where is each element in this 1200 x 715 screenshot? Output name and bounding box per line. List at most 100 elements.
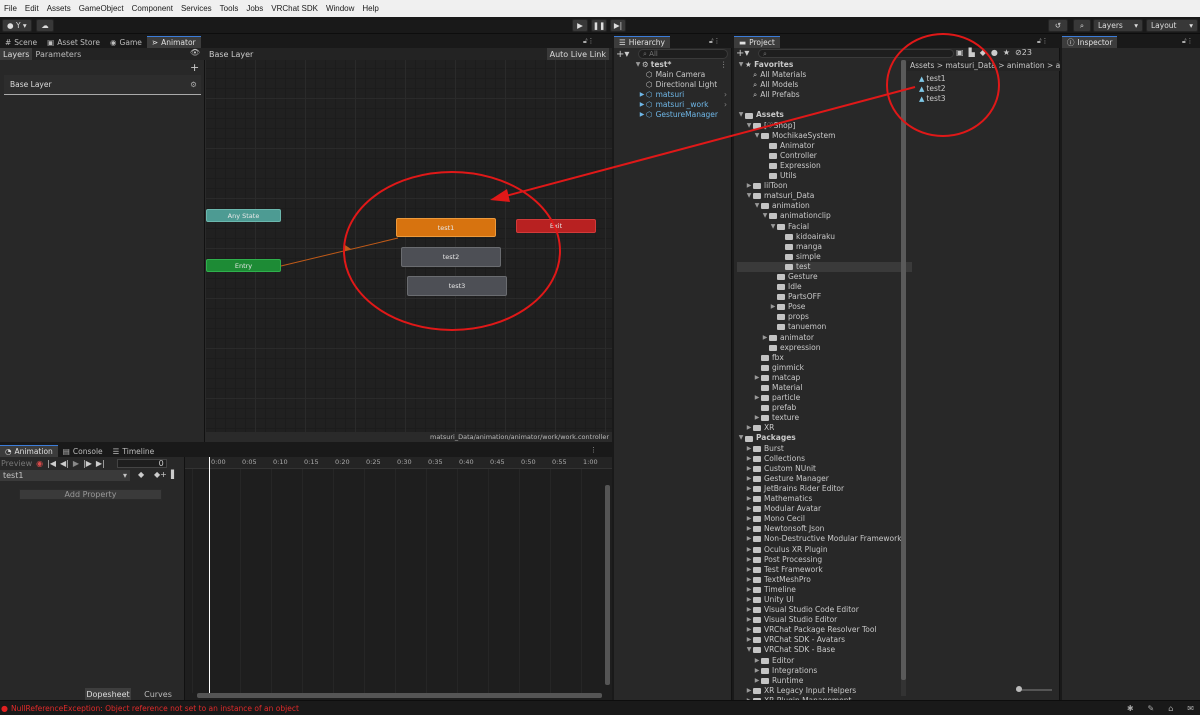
dopesheet[interactable]: 0:00 0:05 0:10 0:15 0:20 0:25 0:30 0:35 0:40 0:45… (185, 457, 612, 700)
chevron-down-icon[interactable]: ▼ (745, 121, 753, 131)
gear-icon[interactable]: ⚙ (190, 80, 197, 89)
chevron-right-icon[interactable]: ▶ (761, 333, 769, 343)
asset-folder-item[interactable]: ▼ [♡Shop] (737, 121, 902, 131)
package-item[interactable]: ▶ Timeline (737, 585, 902, 595)
asset-folder-item[interactable]: ▶ lilToon (737, 181, 902, 191)
tab-console[interactable]: ▤ Console (58, 445, 108, 457)
add-event-icon[interactable]: ◆+ (154, 470, 167, 479)
chevron-right-icon[interactable]: ▶ (745, 454, 753, 464)
layers-tab[interactable]: Layers (0, 48, 33, 60)
tab-game[interactable]: ◉ Game (105, 36, 147, 48)
project-lock-icon[interactable]: 🔓︎⋮ (1037, 37, 1049, 46)
tab-asset-store[interactable]: ▣ Asset Store (42, 36, 105, 48)
menu-item-component[interactable]: Component (128, 4, 177, 13)
chevron-right-icon[interactable]: ▶ (745, 494, 753, 504)
chevron-right-icon[interactable]: ▶ (745, 635, 753, 645)
project-tree-scrollbar[interactable] (901, 60, 906, 696)
debug-icon[interactable]: ✎ (1148, 704, 1155, 713)
package-subfolder-item[interactable]: ▶ Integrations (737, 666, 902, 676)
event-marker-icon[interactable]: ▌ (171, 470, 177, 479)
add-keyframe-icon[interactable]: ◆ (138, 470, 144, 479)
asset-folder-item[interactable]: expression (737, 343, 902, 353)
next-key-icon[interactable]: |▶ (83, 459, 92, 468)
tab-scene[interactable]: # Scene (0, 36, 42, 48)
expand-arrow-icon[interactable]: ▶ (638, 100, 646, 110)
package-item[interactable]: ▶ Collections (737, 454, 902, 464)
add-property-button[interactable]: Add Property (19, 489, 162, 500)
vertical-scrollbar[interactable] (605, 485, 610, 685)
any-state-node[interactable]: Any State (206, 209, 281, 222)
hierarchy-item[interactable]: ⬡ Main Camera (634, 70, 718, 80)
tag-icon[interactable]: ◆ (980, 48, 986, 57)
notification-icon[interactable]: ✉ (1187, 704, 1194, 713)
layers-dropdown[interactable]: Layers ▾ (1093, 19, 1143, 32)
package-item[interactable]: ▶ Post Processing (737, 555, 902, 565)
package-subfolder-item[interactable]: ▶ Runtime (737, 676, 902, 686)
status-message[interactable]: NullReferenceException: Object reference… (8, 704, 299, 713)
chevron-down-icon[interactable]: ▼ (745, 191, 753, 201)
layout-dropdown[interactable]: Layout ▾ (1146, 19, 1198, 32)
package-item[interactable]: ▶ TextMeshPro (737, 575, 902, 585)
asset-folder-item[interactable]: ▼ MochikaeSystem (737, 131, 902, 141)
eye-icon[interactable]: 👁︎ (190, 48, 200, 57)
step-button[interactable]: ▶| (610, 19, 626, 32)
chevron-right-icon[interactable]: ▶ (745, 585, 753, 595)
visibility-count[interactable]: ⊘23 (1015, 48, 1032, 57)
package-item[interactable]: ▶ Non-Destructive Modular Framework (737, 534, 902, 544)
chevron-down-icon[interactable]: ▼ (745, 645, 753, 655)
breadcrumb-animation[interactable]: animation (1007, 61, 1045, 70)
play-clip-icon[interactable]: ▶ (73, 459, 79, 468)
menu-item-gameobject[interactable]: GameObject (75, 4, 128, 13)
state-test1[interactable]: test1 (396, 218, 496, 237)
filter-label-icon[interactable]: ▙ (969, 48, 975, 57)
chevron-right-icon[interactable]: ▶ (745, 423, 753, 433)
asset-folder-item[interactable]: ▶ animator (737, 333, 902, 343)
hierarchy-item[interactable]: ▶ ⬡ matsuri _work › (634, 100, 727, 110)
hierarchy-item[interactable]: ⬡ Directional Light (634, 80, 718, 90)
package-item[interactable]: ▶ JetBrains Rider Editor (737, 484, 902, 494)
compile-icon[interactable]: ✱ (1127, 704, 1134, 713)
entry-node[interactable]: Entry (206, 259, 281, 272)
time-ruler[interactable]: 0:00 0:05 0:10 0:15 0:20 0:25 0:30 0:35 0:40 0:45… (185, 457, 612, 469)
hierarchy-lock-icon[interactable]: 🔓︎⋮ (709, 37, 721, 46)
asset-folder-item[interactable]: ▼ animation (737, 201, 902, 211)
asset-folder-item[interactable]: ▶ XR (737, 423, 902, 433)
asset-folder-item[interactable]: ▼ animationclip (737, 211, 902, 221)
last-key-icon[interactable]: ▶| (96, 459, 105, 468)
tab-animator[interactable]: ⋗ Animator (146, 36, 201, 48)
package-item[interactable]: ▶ VRChat SDK - Avatars (737, 635, 902, 645)
chevron-right-icon[interactable]: ▶ (745, 181, 753, 191)
favorite-item[interactable]: ⌕ All Prefabs (737, 90, 902, 100)
package-item[interactable]: ▶ Newtonsoft Json (737, 524, 902, 534)
curves-tab[interactable]: Curves (134, 688, 182, 700)
chevron-right-icon[interactable]: ▶ (745, 686, 753, 696)
frame-field[interactable]: 0 (116, 458, 167, 468)
asset-folder-item[interactable]: ▶ particle (737, 393, 902, 403)
zoom-slider-thumb[interactable] (1016, 686, 1022, 692)
chevron-right-icon[interactable]: ▶ (753, 413, 761, 423)
asset-folder-item[interactable]: Material (737, 383, 902, 393)
chevron-right-icon[interactable]: ▶ (745, 565, 753, 575)
state-test2[interactable]: test2 (401, 247, 501, 267)
menu-item-file[interactable]: File (0, 4, 21, 13)
animation-lock-icon[interactable]: ⋮ (590, 446, 597, 454)
hierarchy-search-input[interactable]: ⌕ All (638, 49, 728, 59)
animation-clip-item[interactable]: ▲ test1 (919, 74, 946, 84)
account-button[interactable]: ● Y ▾ (2, 19, 32, 32)
asset-folder-item[interactable]: PartsOFF (737, 292, 902, 302)
package-item[interactable]: ▶ Oculus XR Plugin (737, 545, 902, 555)
parameters-tab[interactable]: Parameters (32, 50, 84, 59)
asset-folder-item[interactable]: fbx (737, 353, 902, 363)
chevron-right-icon[interactable]: ▶ (745, 504, 753, 514)
chevron-right-icon[interactable]: › (724, 90, 727, 100)
asset-folder-item[interactable]: manga (737, 242, 902, 252)
asset-folder-item[interactable]: simple (737, 252, 902, 262)
menu-item-vrchat-sdk[interactable]: VRChat SDK (267, 4, 322, 13)
asset-folder-item[interactable]: kidoairaku (737, 232, 902, 242)
play-button[interactable]: ▶ (572, 19, 588, 32)
pause-button[interactable]: ❚❚ (591, 19, 607, 32)
tab-animation[interactable]: ◔ Animation (0, 445, 58, 457)
zoom-slider[interactable] (1016, 686, 1052, 692)
menu-item-services[interactable]: Services (177, 4, 216, 13)
hierarchy-item[interactable]: ▶ ⬡ matsuri › (634, 90, 727, 100)
